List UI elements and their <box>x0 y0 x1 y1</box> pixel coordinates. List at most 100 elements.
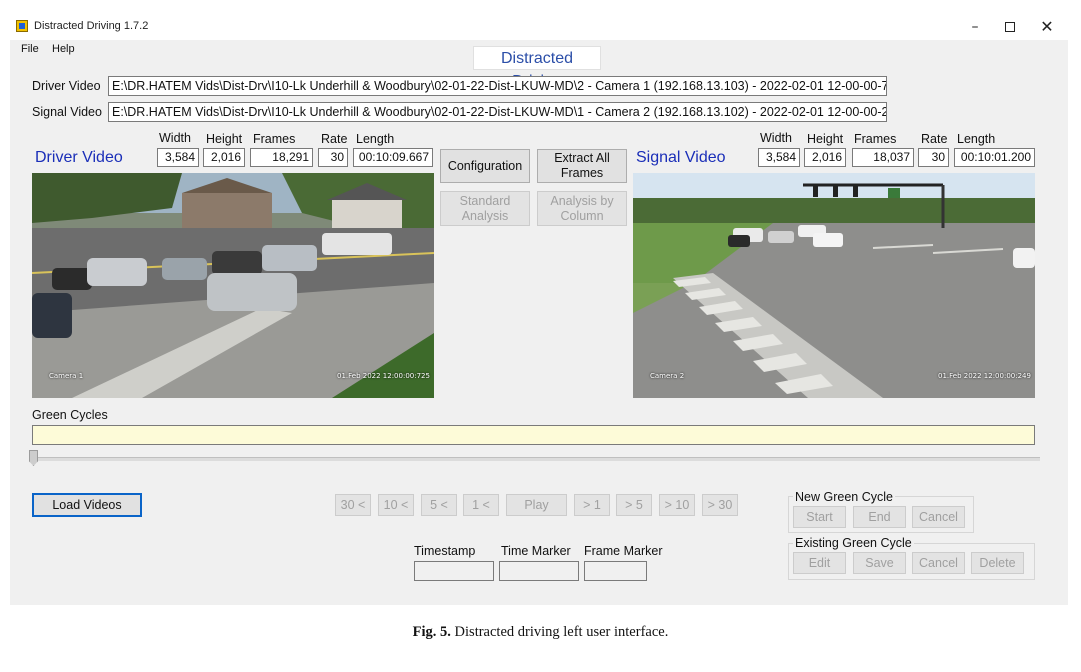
driver-height-field: 2,016 <box>203 148 245 167</box>
existing-green-cycle-title: Existing Green Cycle <box>793 536 914 550</box>
forward-30-label: > 30 <box>707 497 733 512</box>
green-cycles-label: Green Cycles <box>32 408 108 422</box>
extract-label-line2: Frames <box>560 166 604 180</box>
standard-analysis-button[interactable]: Standard Analysis <box>440 191 530 226</box>
column-label-line2: Column <box>560 208 604 223</box>
forward-1-button[interactable]: > 1 <box>574 494 610 516</box>
signal-video-scene <box>633 173 1035 398</box>
forward-30-button[interactable]: > 30 <box>702 494 738 516</box>
delete-cycle-button[interactable]: Delete <box>971 552 1024 574</box>
delete-label: Delete <box>979 555 1016 570</box>
end-label: End <box>868 509 891 524</box>
configuration-label: Configuration <box>447 158 523 173</box>
start-cycle-button[interactable]: Start <box>793 506 846 528</box>
standard-label-line2: Analysis <box>461 208 509 223</box>
menu-help[interactable]: Help <box>52 43 75 55</box>
back-5-label: 5 < <box>430 497 448 512</box>
minimize-button[interactable]: – <box>960 14 990 40</box>
maximize-icon <box>1005 22 1015 32</box>
timeline-slider-track[interactable] <box>32 457 1040 461</box>
green-cycles-track[interactable] <box>32 425 1035 445</box>
driver-video-path-field[interactable]: E:\DR.HATEM Vids\Dist-Drv\I10-Lk Underhi… <box>108 76 887 96</box>
back-1-button[interactable]: 1 < <box>463 494 499 516</box>
cancel-existing-cycle-button[interactable]: Cancel <box>912 552 965 574</box>
edit-label: Edit <box>808 555 831 570</box>
frame-marker-field[interactable] <box>584 561 647 581</box>
back-30-label: 30 < <box>340 497 366 512</box>
back-5-button[interactable]: 5 < <box>421 494 457 516</box>
signal-height-header: Height <box>807 132 844 146</box>
signal-frames-header: Frames <box>854 132 897 146</box>
signal-time-overlay: 01.Feb 2022 12:00:00:249 <box>938 372 1031 380</box>
window-title: Distracted Driving 1.7.2 <box>34 20 149 32</box>
timestamp-label: Timestamp <box>414 544 476 558</box>
close-button[interactable]: ✕ <box>1032 14 1062 40</box>
signal-width-field: 3,584 <box>758 148 800 167</box>
driver-frames-header: Frames <box>253 132 296 146</box>
play-label: Play <box>524 497 549 512</box>
signal-frames-field: 18,037 <box>852 148 914 167</box>
analysis-by-column-button[interactable]: Analysis by Column <box>537 191 627 226</box>
load-videos-button[interactable]: Load Videos <box>32 493 142 517</box>
standard-label-line1: Standard <box>459 193 511 208</box>
back-30-button[interactable]: 30 < <box>335 494 371 516</box>
extract-all-frames-button[interactable]: Extract All Frames <box>537 149 627 183</box>
save-label: Save <box>865 555 894 570</box>
signal-rate-header: Rate <box>921 132 948 146</box>
new-green-cycle-title: New Green Cycle <box>793 490 895 504</box>
back-10-button[interactable]: 10 < <box>378 494 414 516</box>
signal-video-path-field[interactable]: E:\DR.HATEM Vids\Dist-Drv\I10-Lk Underhi… <box>108 102 887 122</box>
forward-5-button[interactable]: > 5 <box>616 494 652 516</box>
timestamp-field[interactable] <box>414 561 494 581</box>
signal-height-field: 2,016 <box>804 148 846 167</box>
frame-marker-label: Frame Marker <box>584 544 663 558</box>
cancel-new-label: Cancel <box>919 509 958 524</box>
driver-video-path-label: Driver Video <box>32 79 101 93</box>
forward-10-label: > 10 <box>664 497 690 512</box>
signal-video-path-label: Signal Video <box>32 105 102 119</box>
caption-text: Distracted driving left user interface. <box>454 624 669 640</box>
app-heading: Distracted Driving <box>473 46 601 90</box>
forward-10-button[interactable]: > 10 <box>659 494 695 516</box>
signal-rate-field: 30 <box>918 148 949 167</box>
save-cycle-button[interactable]: Save <box>853 552 906 574</box>
figure-caption: Fig. 5. Distracted driving left user int… <box>0 624 1081 641</box>
signal-camera-overlay: Camera 2 <box>650 372 685 380</box>
driver-video-frame[interactable]: Camera 1 01.Feb 2022 12:00:00:725 <box>32 173 434 398</box>
caption-label: Fig. 5. <box>412 624 451 640</box>
time-marker-label: Time Marker <box>501 544 571 558</box>
signal-video-frame[interactable]: Camera 2 01.Feb 2022 12:00:00:249 <box>633 173 1035 398</box>
main-window: File Help Distracted Driving Driver Vide… <box>10 40 1068 605</box>
play-button[interactable]: Play <box>506 494 567 516</box>
column-label-line1: Analysis by <box>550 193 614 208</box>
signal-length-field: 00:10:01.200 <box>954 148 1035 167</box>
driver-camera-overlay: Camera 1 <box>49 372 84 380</box>
driver-width-field: 3,584 <box>157 148 199 167</box>
figure: Distracted Driving 1.7.2 – ✕ File Help D… <box>0 0 1081 672</box>
time-marker-field[interactable] <box>499 561 579 581</box>
end-cycle-button[interactable]: End <box>853 506 906 528</box>
start-label: Start <box>806 509 833 524</box>
app-icon <box>16 20 28 32</box>
driver-height-header: Height <box>206 132 243 146</box>
timeline-slider-thumb[interactable] <box>29 450 38 466</box>
driver-frames-field: 18,291 <box>250 148 313 167</box>
driver-video-scene <box>32 173 434 398</box>
cancel-new-cycle-button[interactable]: Cancel <box>912 506 965 528</box>
forward-5-label: > 5 <box>625 497 643 512</box>
edit-cycle-button[interactable]: Edit <box>793 552 846 574</box>
extract-label-line1: Extract All <box>554 151 610 165</box>
driver-time-overlay: 01.Feb 2022 12:00:00:725 <box>337 372 430 380</box>
driver-width-header: Width <box>159 131 191 145</box>
driver-length-field: 00:10:09.667 <box>353 148 433 167</box>
maximize-button[interactable] <box>995 14 1025 40</box>
configuration-button[interactable]: Configuration <box>440 149 530 183</box>
driver-rate-header: Rate <box>321 132 348 146</box>
signal-length-header: Length <box>957 132 996 146</box>
menu-file[interactable]: File <box>21 43 39 55</box>
driver-length-header: Length <box>356 132 395 146</box>
driver-rate-field: 30 <box>318 148 348 167</box>
back-10-label: 10 < <box>383 497 409 512</box>
forward-1-label: > 1 <box>583 497 601 512</box>
title-bar: Distracted Driving 1.7.2 – ✕ <box>10 10 1070 40</box>
